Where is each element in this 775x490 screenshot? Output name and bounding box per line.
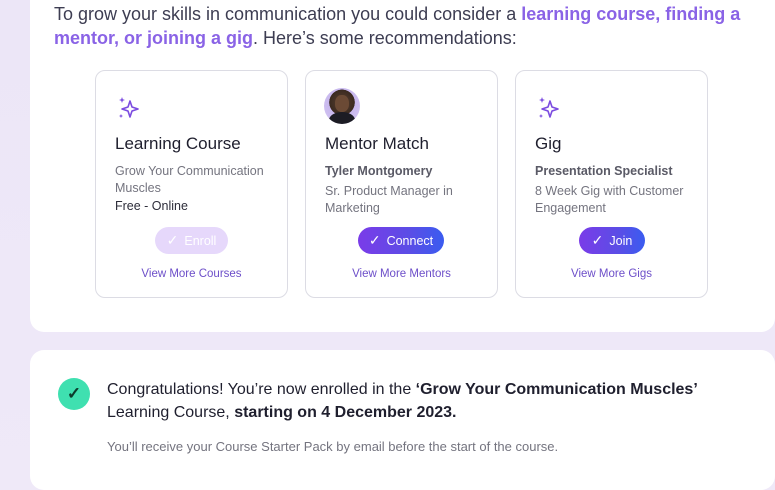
connect-button[interactable]: ✓ Connect bbox=[358, 227, 444, 254]
view-more-courses-link[interactable]: View More Courses bbox=[96, 268, 287, 280]
join-button-label: Join bbox=[609, 233, 633, 248]
confirmation-text-middle: Learning Course, bbox=[107, 404, 235, 421]
gig-description: 8 Week Gig with Customer Engagement bbox=[535, 184, 684, 215]
view-more-gigs-link[interactable]: View More Gigs bbox=[516, 268, 707, 280]
mentor-role: Sr. Product Manager in Marketing bbox=[325, 184, 453, 215]
view-more-mentors-link[interactable]: View More Mentors bbox=[306, 268, 497, 280]
confirmation-course-name: ‘Grow Your Communication Muscles’ bbox=[415, 381, 698, 398]
join-button[interactable]: ✓ Join bbox=[579, 227, 645, 254]
connect-button-label: Connect bbox=[386, 233, 434, 248]
success-check-icon: ✓ bbox=[58, 378, 90, 410]
gig-name: Presentation Specialist bbox=[535, 164, 673, 178]
enroll-button-label: Enroll bbox=[184, 233, 217, 248]
intro-text-after: . Here’s some recommendations: bbox=[253, 28, 517, 48]
card-title: Learning Course bbox=[115, 134, 241, 153]
confirmation-text-before: Congratulations! You’re now enrolled in … bbox=[107, 381, 416, 398]
starter-pack-note: You’ll receive your Course Starter Pack … bbox=[107, 439, 559, 454]
intro-text-before: To grow your skills in communication you… bbox=[54, 4, 522, 24]
sparkle-icon bbox=[539, 97, 559, 118]
intro-text: To grow your skills in communication you… bbox=[54, 2, 754, 50]
enroll-button[interactable]: ✓ Enroll bbox=[155, 227, 228, 254]
card-title: Mentor Match bbox=[325, 134, 429, 153]
enrollment-confirmation: Congratulations! You’re now enrolled in … bbox=[107, 378, 747, 424]
mentor-name: Tyler Montgomery bbox=[325, 164, 433, 178]
check-icon: ✓ bbox=[166, 232, 179, 248]
sparkle-icon bbox=[119, 97, 139, 118]
card-title: Gig bbox=[535, 134, 562, 153]
avatar bbox=[324, 88, 360, 124]
course-price: Free - Online bbox=[115, 199, 188, 213]
mentor-match-card: Mentor Match Tyler Montgomery Sr. Produc… bbox=[305, 70, 498, 298]
course-name: Grow Your Communication Muscles bbox=[115, 164, 264, 195]
confirmation-start-date: starting on 4 December 2023. bbox=[234, 404, 457, 421]
gig-card: Gig Presentation Specialist 8 Week Gig w… bbox=[515, 70, 708, 298]
check-icon: ✓ bbox=[368, 232, 381, 248]
check-icon: ✓ bbox=[591, 232, 604, 248]
learning-course-card: Learning Course Grow Your Communication … bbox=[95, 70, 288, 298]
